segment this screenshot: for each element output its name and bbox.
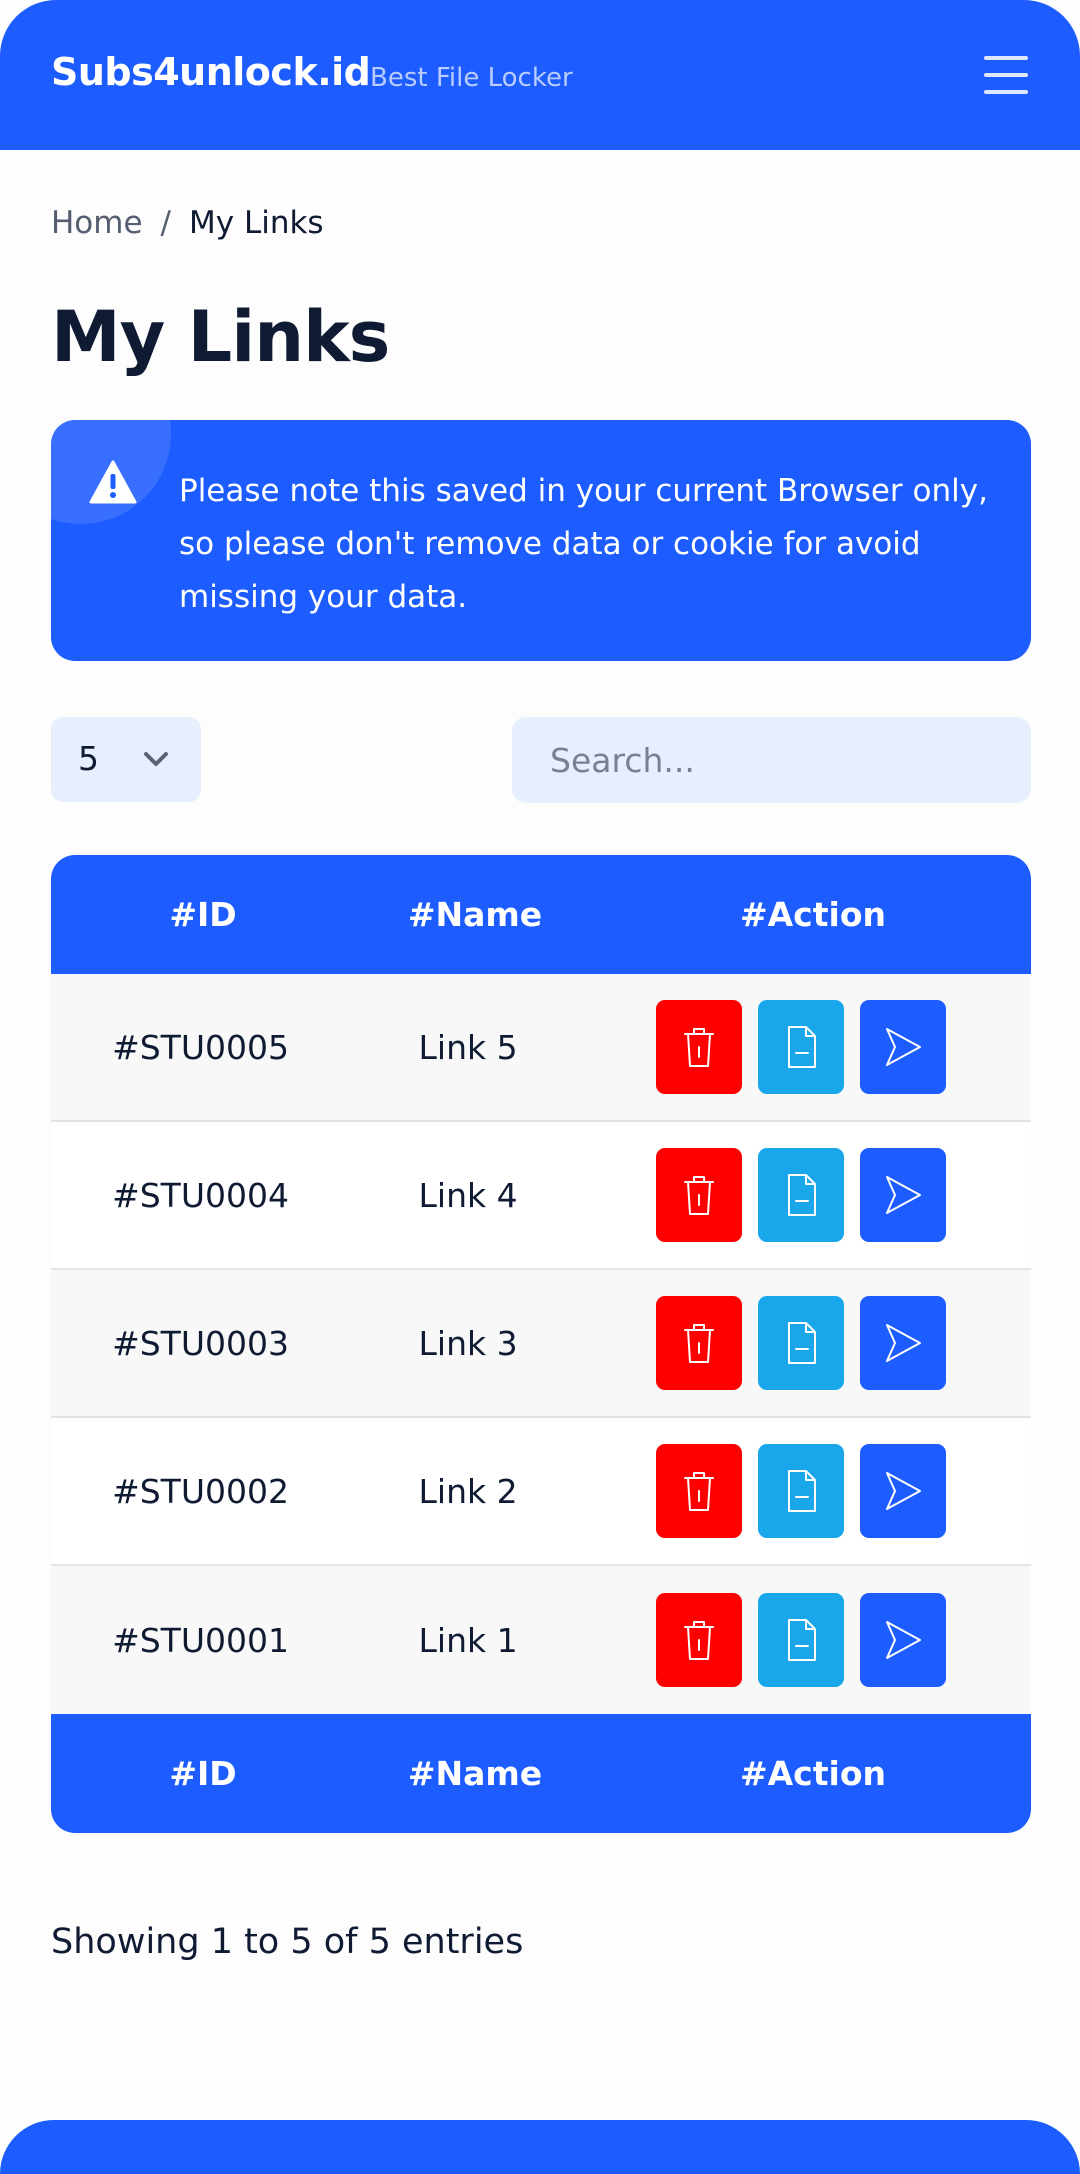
- document-icon: [787, 1174, 816, 1216]
- chevron-down-icon: [144, 752, 168, 766]
- alert-message: Please note this saved in your current B…: [179, 473, 988, 615]
- trash-icon: [683, 1028, 714, 1067]
- row-id: #STU0001: [112, 1620, 289, 1660]
- row-id: #STU0003: [112, 1323, 289, 1363]
- warning-icon: [89, 460, 137, 504]
- copy-button[interactable]: [757, 1593, 844, 1687]
- open-link-button[interactable]: [859, 1148, 946, 1242]
- row-id: #STU0002: [112, 1471, 289, 1511]
- footer-header-action: #Action: [739, 1754, 886, 1793]
- hamburger-menu-icon[interactable]: [984, 56, 1028, 94]
- table-row: #STU0005 Link 5: [51, 974, 1031, 1122]
- delete-button[interactable]: [655, 1444, 742, 1538]
- app-header: Subs4unlock.id Best File Locker: [0, 0, 1080, 150]
- table-row: #STU0004 Link 4: [51, 1122, 1031, 1270]
- table-body: #STU0005 Link 5 #STU0004 Link 4 #STU0003…: [51, 974, 1031, 1714]
- column-header-name[interactable]: #Name: [355, 895, 595, 934]
- document-icon: [787, 1619, 816, 1661]
- row-name: Link 3: [418, 1323, 518, 1363]
- open-link-button[interactable]: [859, 1296, 946, 1390]
- copy-button[interactable]: [757, 1000, 844, 1094]
- row-actions: [586, 1148, 1031, 1242]
- column-header-id[interactable]: #ID: [51, 895, 355, 934]
- delete-button[interactable]: [655, 1000, 742, 1094]
- footer-header-id: #ID: [169, 1754, 237, 1793]
- column-header-action: #Action: [739, 895, 886, 934]
- search-input[interactable]: [512, 717, 1031, 803]
- entries-length-select[interactable]: 5: [51, 717, 201, 802]
- play-arrow-icon: [885, 1621, 921, 1659]
- page-title: My Links: [51, 296, 390, 378]
- document-icon: [787, 1026, 816, 1068]
- row-id: #STU0005: [112, 1027, 289, 1067]
- row-actions: [586, 1296, 1031, 1390]
- breadcrumb: Home / My Links: [51, 205, 324, 241]
- brand-tagline: Best File Locker: [370, 63, 573, 93]
- row-name: Link 1: [418, 1620, 518, 1660]
- entries-info: Showing 1 to 5 of 5 entries: [51, 1922, 524, 1962]
- play-arrow-icon: [885, 1472, 921, 1510]
- delete-button[interactable]: [655, 1148, 742, 1242]
- open-link-button[interactable]: [859, 1593, 946, 1687]
- row-actions: [586, 1444, 1031, 1538]
- menu-line: [984, 90, 1028, 94]
- info-alert: Please note this saved in your current B…: [51, 420, 1031, 661]
- table-footer: #ID #Name #Action: [51, 1714, 1031, 1833]
- play-arrow-icon: [885, 1176, 921, 1214]
- row-actions: [586, 1593, 1031, 1687]
- copy-button[interactable]: [757, 1148, 844, 1242]
- table-row: #STU0003 Link 3: [51, 1270, 1031, 1418]
- play-arrow-icon: [885, 1324, 921, 1362]
- document-icon: [787, 1470, 816, 1512]
- row-actions: [586, 1000, 1031, 1094]
- table-row: #STU0001 Link 1: [51, 1566, 1031, 1714]
- copy-button[interactable]: [757, 1444, 844, 1538]
- document-icon: [787, 1322, 816, 1364]
- table-header: #ID #Name #Action: [51, 855, 1031, 974]
- play-arrow-icon: [885, 1028, 921, 1066]
- copy-button[interactable]: [757, 1296, 844, 1390]
- links-table: #ID #Name #Action #STU0005 Link 5 #STU00…: [51, 855, 1031, 1833]
- menu-line: [984, 56, 1028, 60]
- open-link-button[interactable]: [859, 1444, 946, 1538]
- menu-line: [984, 73, 1028, 77]
- delete-button[interactable]: [655, 1296, 742, 1390]
- row-name: Link 2: [418, 1471, 518, 1511]
- row-name: Link 4: [418, 1175, 518, 1215]
- page-footer: [0, 2120, 1080, 2174]
- breadcrumb-separator: /: [160, 205, 171, 241]
- breadcrumb-current: My Links: [189, 205, 324, 241]
- footer-header-name: #Name: [407, 1754, 543, 1793]
- table-row: #STU0002 Link 2: [51, 1418, 1031, 1566]
- breadcrumb-home-link[interactable]: Home: [51, 205, 143, 241]
- trash-icon: [683, 1324, 714, 1363]
- row-id: #STU0004: [112, 1175, 289, 1215]
- brand-logo[interactable]: Subs4unlock.id: [51, 50, 371, 94]
- trash-icon: [683, 1621, 714, 1660]
- open-link-button[interactable]: [859, 1000, 946, 1094]
- trash-icon: [683, 1472, 714, 1511]
- trash-icon: [683, 1176, 714, 1215]
- row-name: Link 5: [418, 1027, 518, 1067]
- delete-button[interactable]: [655, 1593, 742, 1687]
- entries-length-value: 5: [78, 739, 99, 778]
